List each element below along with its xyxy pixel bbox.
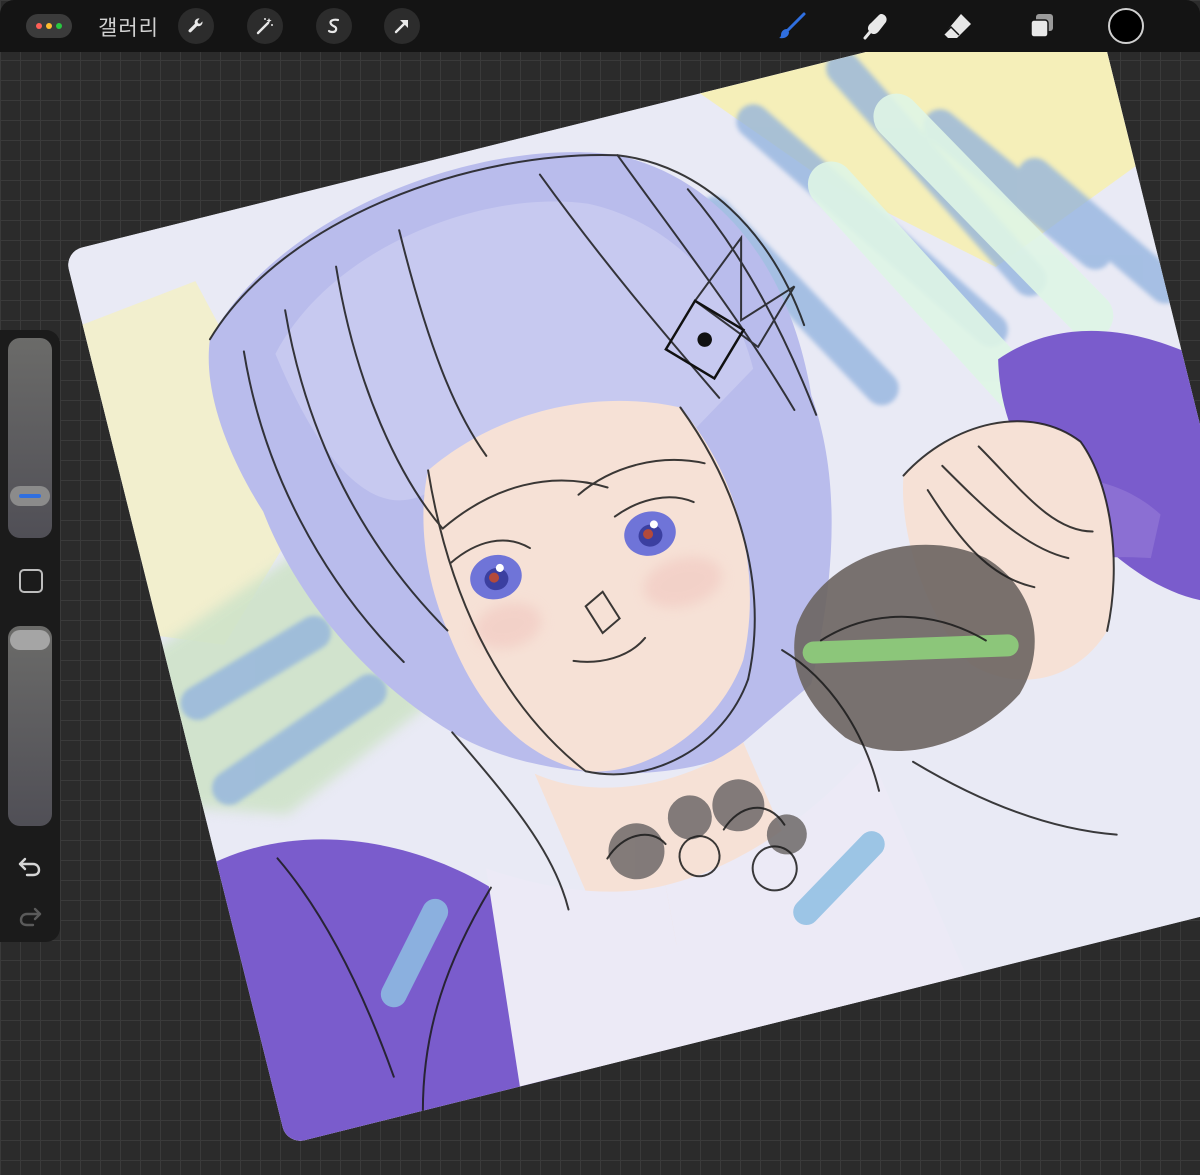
brush-tool[interactable] bbox=[772, 8, 812, 44]
eraser-icon bbox=[943, 14, 971, 38]
left-sidebar bbox=[0, 330, 60, 942]
brush-size-slider[interactable] bbox=[8, 338, 52, 538]
selection-icon bbox=[327, 18, 340, 34]
canvas-area[interactable] bbox=[0, 0, 1200, 1175]
top-toolbar: 갤러리 bbox=[0, 0, 1200, 52]
brush-size-indicator bbox=[19, 494, 41, 498]
minimize-dot bbox=[46, 23, 52, 29]
eraser-tool[interactable] bbox=[938, 8, 978, 44]
app-menu-dots[interactable] bbox=[26, 14, 72, 38]
undo-icon bbox=[18, 857, 41, 877]
fullscreen-dot bbox=[56, 23, 62, 29]
modify-button[interactable] bbox=[19, 569, 43, 593]
opacity-knob[interactable] bbox=[10, 630, 50, 650]
redo-icon bbox=[19, 907, 42, 927]
layers-icon bbox=[1030, 14, 1053, 38]
close-dot bbox=[36, 23, 42, 29]
transform-arrow-icon bbox=[394, 20, 408, 34]
artwork-canvas[interactable] bbox=[64, 0, 1200, 1145]
smudge-tool[interactable] bbox=[856, 8, 896, 44]
gallery-button[interactable]: 갤러리 bbox=[98, 12, 159, 42]
brush-icon bbox=[779, 12, 806, 39]
wrench-icon bbox=[188, 18, 203, 33]
smudge-icon bbox=[863, 14, 887, 40]
selection-button[interactable] bbox=[316, 8, 352, 44]
magic-wand-icon bbox=[256, 18, 273, 35]
actions-button[interactable] bbox=[178, 8, 214, 44]
opacity-slider[interactable] bbox=[8, 626, 52, 826]
artwork-illustration bbox=[64, 0, 1200, 1145]
layers-tool[interactable] bbox=[1022, 8, 1062, 44]
adjustments-button[interactable] bbox=[247, 8, 283, 44]
redo-button[interactable] bbox=[14, 902, 46, 930]
brush-size-knob[interactable] bbox=[10, 486, 50, 506]
undo-button[interactable] bbox=[14, 852, 46, 880]
transform-button[interactable] bbox=[384, 8, 420, 44]
color-picker-swatch[interactable] bbox=[1108, 8, 1144, 44]
